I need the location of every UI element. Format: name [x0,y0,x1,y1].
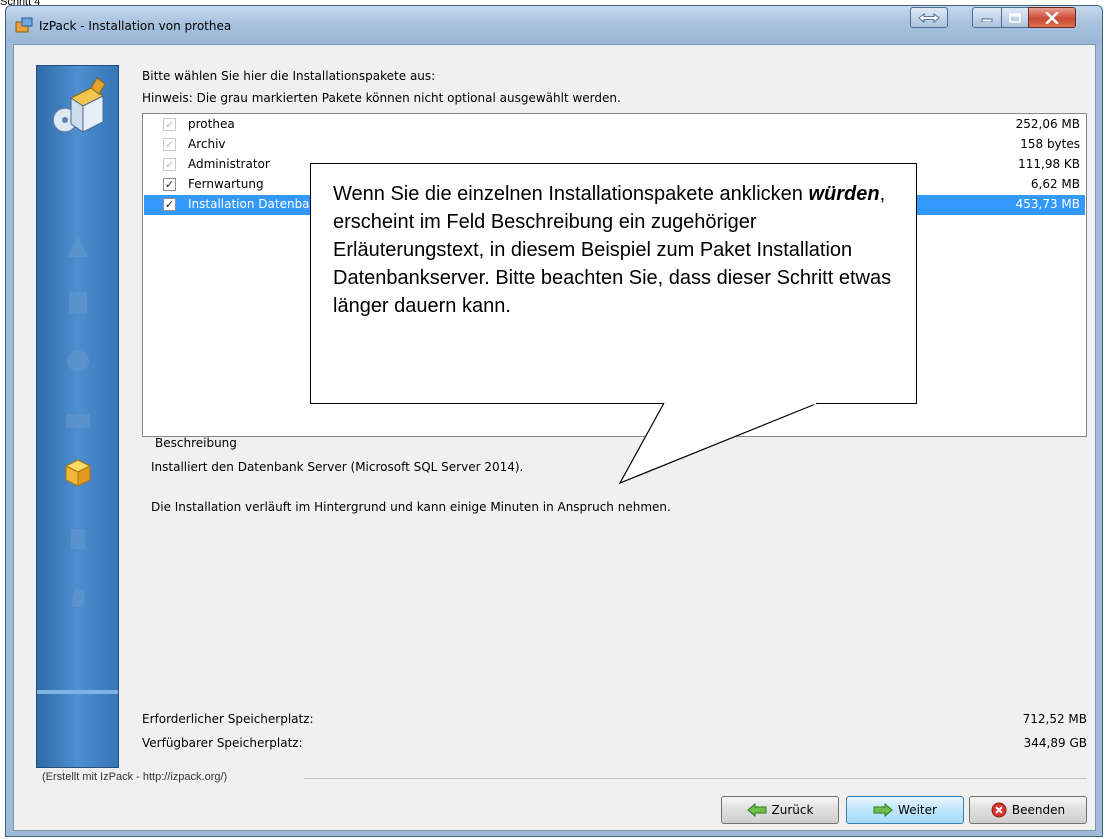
instruction-text: Bitte wählen Sie hier die Installationsp… [142,69,436,83]
description-line-1: Installiert den Datenbank Server (Micros… [151,460,524,474]
double-arrow-icon [918,12,940,23]
package-checkbox[interactable]: ✓ [163,138,176,151]
credit-text: (Erstellt mit IzPack - http://izpack.org… [42,771,228,783]
package-name: prothea [188,117,235,131]
package-size: 6,62 MB [1030,177,1080,191]
description-line-2: Die Installation verläuft im Hintergrund… [151,500,671,514]
window-title: IzPack - Installation von prothea [39,19,232,33]
minimize-icon [981,18,993,22]
finish-step-icon [51,581,105,611]
package-name: Fernwartung [188,177,264,191]
package-size: 252,06 MB [1015,117,1080,131]
arrow-left-icon [746,803,767,817]
title-bar[interactable]: IzPack - Installation von prothea [6,6,1102,43]
back-button[interactable]: Zurück [721,796,839,824]
package-name: Administrator [188,157,270,171]
license-step-icon [51,346,105,376]
next-button[interactable]: Weiter [846,796,964,824]
callout-text-part-1: Wenn Sie die einzelnen Installationspake… [333,183,809,205]
package-size: 453,73 MB [1015,197,1080,211]
sidebar-divider [37,690,118,694]
installer-box-icon [51,76,105,136]
callout-emphasis: würden [808,183,880,205]
package-size: 111,98 KB [1018,157,1080,171]
package-row-archiv[interactable]: ✓ Archiv 158 bytes [144,135,1085,155]
back-button-label: Zurück [771,803,814,817]
annotation-callout: Wenn Sie die einzelnen Installationspake… [310,163,917,404]
target-step-icon [51,404,105,434]
package-checkbox[interactable]: ✓ [163,158,176,171]
resize-button[interactable] [910,7,948,28]
arrow-right-icon [873,803,893,817]
package-checkbox[interactable]: ✓ [163,178,176,191]
installer-window: IzPack - Installation von prothea Bitte … [5,5,1103,837]
maximize-icon [1009,12,1021,23]
quit-button[interactable]: Beenden [969,796,1087,824]
available-space-label: Verfügbarer Speicherplatz: [142,736,303,750]
next-button-label: Weiter [898,803,937,817]
installer-app-icon [15,17,33,33]
package-checkbox[interactable]: ✓ [163,198,176,211]
welcome-step-icon [51,231,105,261]
package-row-prothea[interactable]: ✓ prothea 252,06 MB [144,115,1085,135]
package-checkbox[interactable]: ✓ [163,118,176,131]
info-step-icon [51,288,105,318]
footer-divider [304,778,1087,779]
packages-step-icon [51,456,105,490]
install-step-icon [51,524,105,554]
close-icon [1045,11,1059,24]
step-sidebar [36,65,119,768]
required-space-label: Erforderlicher Speicherplatz: [142,712,314,726]
quit-button-label: Beenden [1011,803,1066,817]
minimize-button[interactable] [972,7,1002,28]
close-button[interactable] [1028,7,1076,28]
hint-text: Hinweis: Die grau markierten Pakete könn… [142,91,621,105]
available-space-value: 344,89 GB [1023,736,1087,750]
package-size: 158 bytes [1020,137,1080,151]
description-label: Beschreibung [155,436,237,450]
maximize-button[interactable] [1001,7,1029,28]
stop-icon [991,802,1007,818]
required-space-value: 712,52 MB [1022,712,1087,726]
package-name: Archiv [188,137,226,151]
